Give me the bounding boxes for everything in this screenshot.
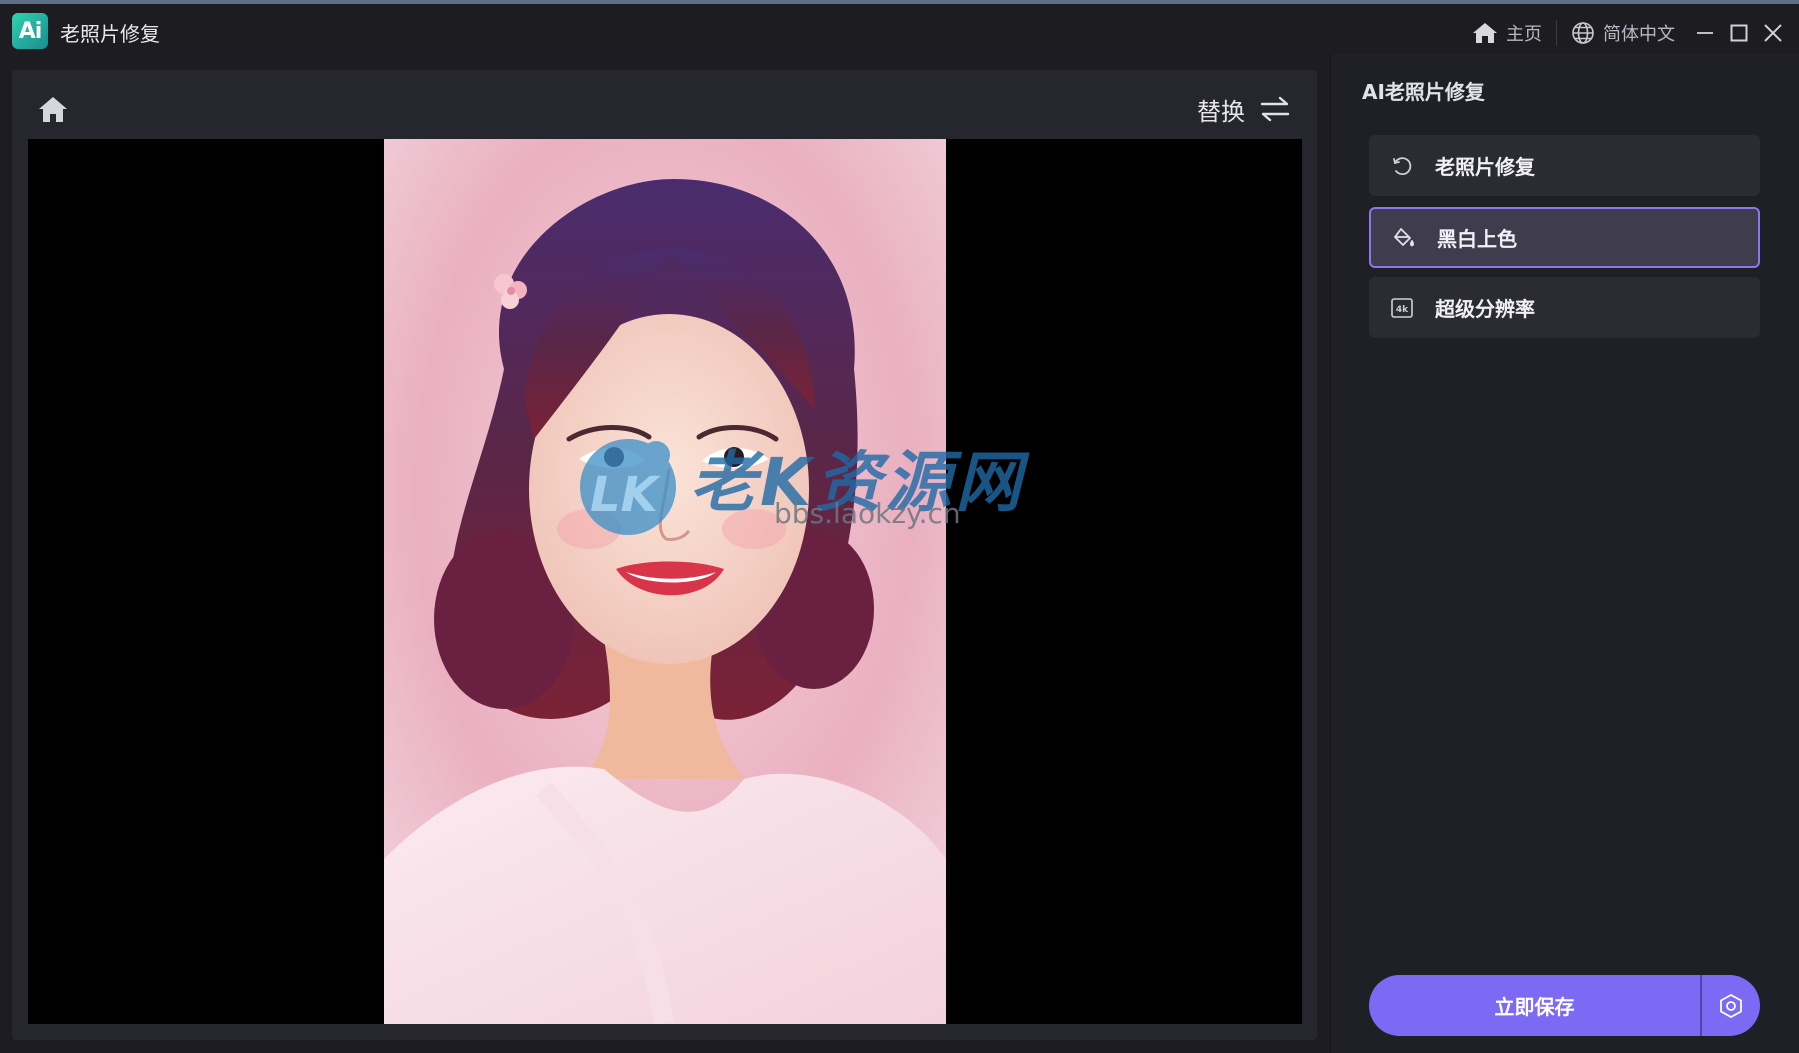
minimize-icon xyxy=(1697,32,1713,34)
app-title: 老照片修复 xyxy=(60,22,160,46)
app-logo-text: Ai xyxy=(18,18,43,44)
globe-icon xyxy=(1572,22,1594,44)
portrait-image xyxy=(384,139,946,1024)
replace-button[interactable]: 替换 xyxy=(1197,92,1291,126)
image-canvas[interactable]: LK 老K资源网 bbs.laokzy.cn xyxy=(28,139,1302,1024)
settings-hexagon-icon xyxy=(1720,993,1742,1018)
colorized-photo xyxy=(384,139,946,1024)
close-button[interactable] xyxy=(1757,17,1789,49)
language-selector[interactable]: 简体中文 xyxy=(1557,18,1689,48)
restore-icon xyxy=(1390,154,1414,178)
home-link-label: 主页 xyxy=(1506,24,1542,45)
feature-label: 老照片修复 xyxy=(1435,155,1535,179)
save-now-button[interactable]: 立即保存 xyxy=(1369,975,1700,1036)
app-logo: Ai xyxy=(12,13,48,49)
feature-label: 超级分辨率 xyxy=(1435,297,1535,321)
feature-old-photo-repair[interactable]: 老照片修复 xyxy=(1369,135,1760,196)
feature-super-resolution[interactable]: 4k 超级分辨率 xyxy=(1369,277,1760,338)
maximize-icon xyxy=(1730,24,1748,42)
home-icon xyxy=(39,97,67,122)
4k-icon: 4k xyxy=(1390,296,1414,320)
language-label: 简体中文 xyxy=(1603,24,1675,45)
swap-icon xyxy=(1260,96,1290,122)
workspace-home-button[interactable] xyxy=(36,92,70,126)
panel-title: AI老照片修复 xyxy=(1362,80,1485,104)
close-icon xyxy=(1764,24,1782,42)
feature-label: 黑白上色 xyxy=(1437,227,1517,251)
workspace: 替换 LK 老K资源网 bbs.laokzy.cn xyxy=(12,70,1317,1040)
title-bar-controls: 主页 简体中文 xyxy=(1458,8,1799,58)
home-icon xyxy=(1473,23,1497,43)
maximize-button[interactable] xyxy=(1723,17,1755,49)
export-settings-button[interactable] xyxy=(1702,975,1760,1036)
save-group: 立即保存 xyxy=(1369,975,1760,1036)
svg-text:4k: 4k xyxy=(1396,305,1409,315)
home-link[interactable]: 主页 xyxy=(1458,18,1556,48)
title-bar: Ai 老照片修复 主页 简体中文 xyxy=(0,0,1799,54)
replace-label: 替换 xyxy=(1197,97,1245,126)
feature-colorize[interactable]: 黑白上色 xyxy=(1369,207,1760,268)
paint-bucket-icon xyxy=(1392,226,1416,250)
minimize-button[interactable] xyxy=(1689,17,1721,49)
right-panel: AI老照片修复 老照片修复 黑白上色 4k 超级分辨率 立即保存 xyxy=(1331,54,1799,1053)
